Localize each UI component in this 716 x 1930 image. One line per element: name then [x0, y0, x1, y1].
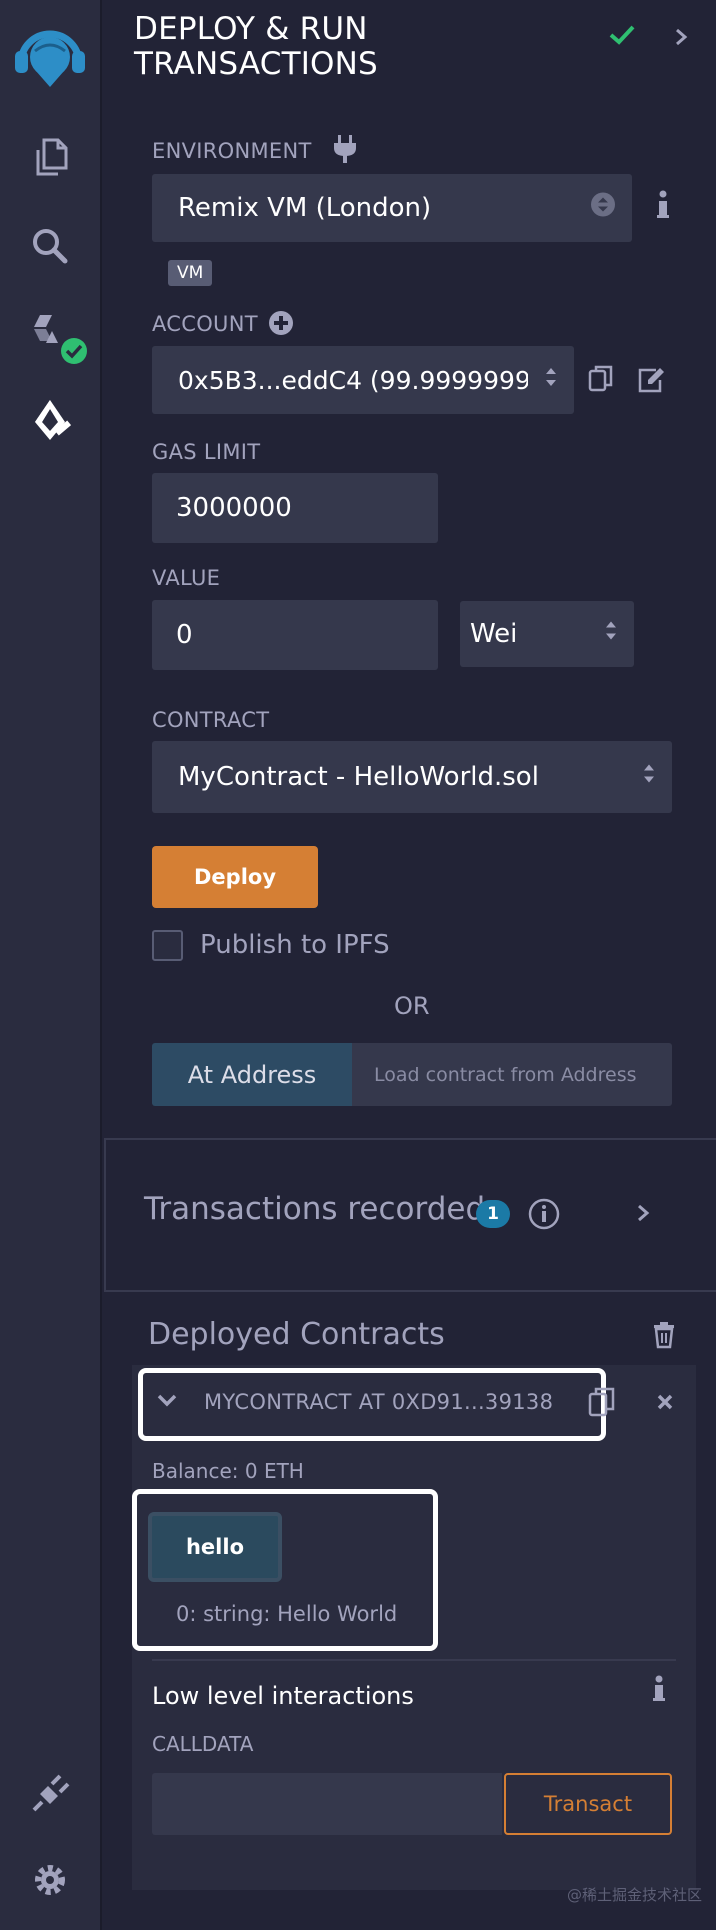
at-address-button[interactable]: At Address	[152, 1043, 352, 1106]
check-icon	[608, 24, 636, 50]
transactions-count-badge: 1	[476, 1200, 510, 1228]
solidity-compiler-icon[interactable]	[22, 308, 92, 368]
select-arrows-icon	[544, 364, 558, 396]
select-arrows-icon	[604, 618, 618, 651]
info-circle-icon[interactable]	[528, 1198, 560, 1234]
chevron-right-icon[interactable]	[674, 27, 688, 51]
panel-title-line1: DEPLOY & RUN	[134, 11, 368, 47]
environment-select[interactable]: Remix VM (London)	[152, 174, 632, 242]
icon-sidebar	[0, 0, 102, 1930]
at-address-input[interactable]: Load contract from Address	[352, 1043, 672, 1106]
chevron-down-icon[interactable]	[156, 1392, 178, 1411]
info-icon[interactable]	[652, 1675, 666, 1707]
hello-function-output: 0: string: Hello World	[176, 1602, 398, 1626]
contract-label: CONTRACT	[152, 708, 270, 732]
low-level-title: Low level interactions	[152, 1682, 414, 1710]
select-arrows-icon	[642, 761, 656, 794]
search-icon[interactable]	[24, 220, 76, 272]
value-unit-select[interactable]: Wei	[460, 601, 634, 667]
publish-ipfs-checkbox[interactable]	[152, 930, 183, 961]
divider	[152, 1659, 676, 1661]
account-select[interactable]: 0x5B3...eddC4 (99.9999999	[152, 346, 574, 414]
deploy-run-icon[interactable]	[24, 394, 76, 446]
transactions-recorded-label: Transactions recorded	[144, 1191, 486, 1227]
edit-icon[interactable]	[636, 366, 666, 398]
chevron-right-icon[interactable]	[636, 1203, 650, 1227]
close-icon[interactable]	[656, 1393, 674, 1415]
value-amount-input[interactable]: 0	[152, 600, 438, 670]
contract-value: MyContract - HelloWorld.sol	[178, 762, 539, 792]
remix-logo-icon[interactable]	[8, 10, 92, 94]
value-label: VALUE	[152, 566, 221, 590]
file-explorer-icon[interactable]	[24, 130, 76, 182]
calldata-input[interactable]	[152, 1773, 502, 1835]
deploy-button[interactable]: Deploy	[152, 846, 318, 908]
panel-title-line2: TRANSACTIONS	[134, 46, 378, 82]
vm-badge: VM	[168, 260, 213, 286]
deploy-run-panel: DEPLOY & RUN TRANSACTIONS ENVIRONMENT Re…	[104, 0, 716, 1930]
account-label: ACCOUNT	[152, 312, 258, 336]
panel-title: DEPLOY & RUN TRANSACTIONS	[134, 12, 554, 82]
select-arrows-icon	[590, 192, 616, 225]
contract-select[interactable]: MyContract - HelloWorld.sol	[152, 741, 672, 813]
hello-function-button[interactable]: hello	[148, 1512, 282, 1582]
gas-limit-input[interactable]: 3000000	[152, 473, 438, 543]
add-account-icon[interactable]	[268, 310, 294, 340]
transact-button[interactable]: Transact	[504, 1773, 672, 1835]
environment-label: ENVIRONMENT	[152, 139, 312, 163]
publish-ipfs-label: Publish to IPFS	[200, 930, 390, 960]
settings-gear-icon[interactable]	[24, 1854, 76, 1906]
copy-icon[interactable]	[588, 364, 614, 398]
info-icon[interactable]	[656, 190, 670, 224]
or-label: OR	[394, 992, 430, 1020]
trash-icon[interactable]	[652, 1321, 676, 1353]
value-unit-value: Wei	[470, 619, 518, 649]
contract-balance: Balance: 0 ETH	[152, 1459, 304, 1483]
watermark: @稀土掘金技术社区	[566, 1886, 702, 1904]
gas-limit-label: GAS LIMIT	[152, 440, 261, 464]
account-value: 0x5B3...eddC4 (99.9999999	[178, 365, 528, 395]
calldata-label: CALLDATA	[152, 1732, 254, 1756]
plugin-manager-icon[interactable]	[24, 1768, 76, 1820]
plug-icon	[332, 134, 358, 168]
environment-value: Remix VM (London)	[178, 193, 432, 223]
deployed-contracts-label: Deployed Contracts	[148, 1317, 445, 1352]
copy-address-icon[interactable]	[588, 1386, 616, 1422]
contract-instance-name: MYCONTRACT AT 0XD91...39138 (MEMORY)	[204, 1390, 554, 1414]
